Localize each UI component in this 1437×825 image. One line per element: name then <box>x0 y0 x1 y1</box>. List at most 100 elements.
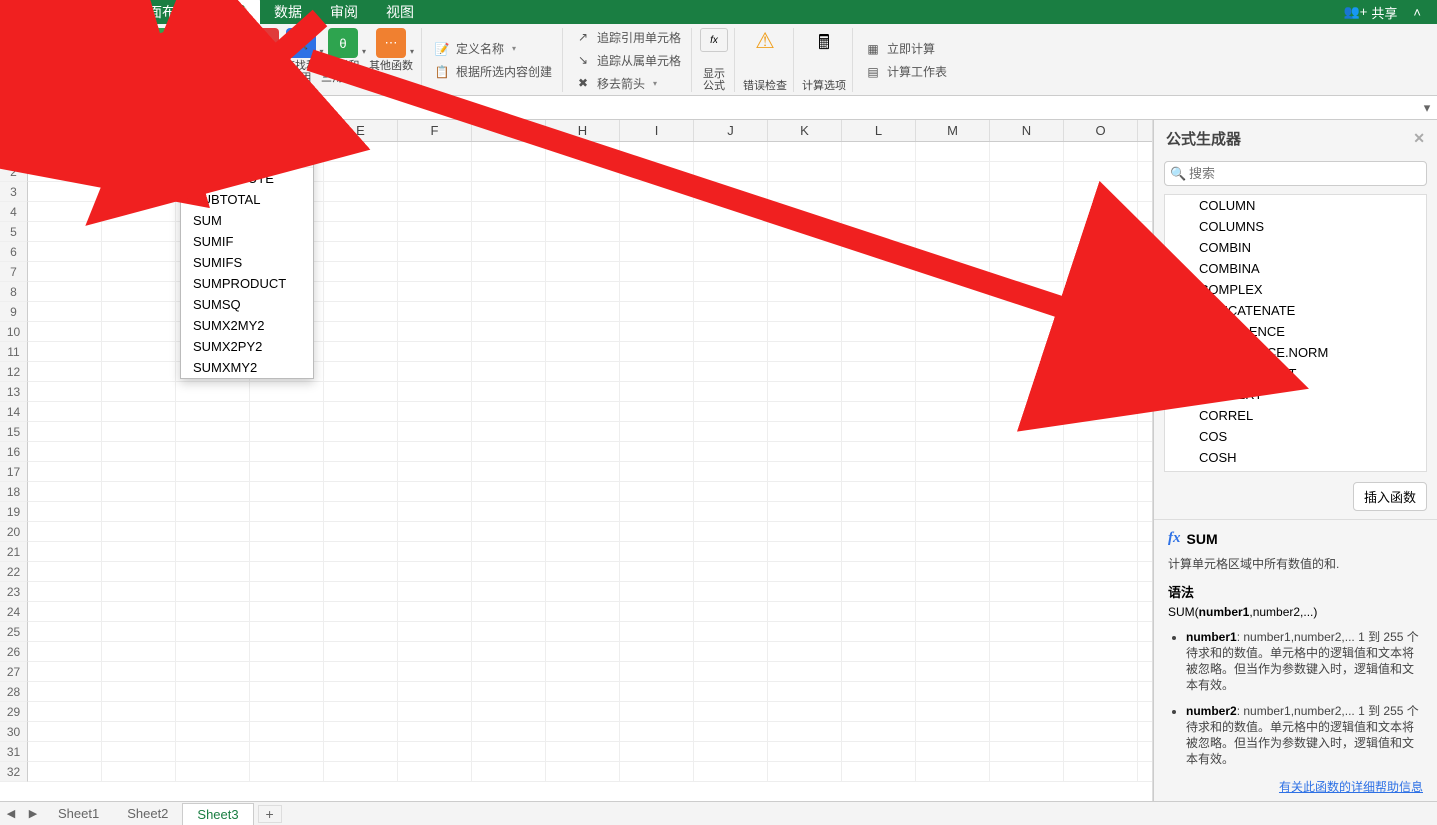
cell[interactable] <box>398 182 472 202</box>
cell[interactable] <box>1064 502 1138 522</box>
row-header[interactable]: 17 <box>0 462 28 482</box>
cell[interactable] <box>102 162 176 182</box>
autocomplete-item[interactable]: SUMIFS <box>181 252 313 273</box>
select-all-corner[interactable] <box>0 120 28 141</box>
cell[interactable] <box>28 322 102 342</box>
cell[interactable] <box>768 222 842 242</box>
menu-insert[interactable]: 插入 <box>64 0 120 24</box>
cell[interactable] <box>398 342 472 362</box>
cell[interactable] <box>28 642 102 662</box>
trace-precedents-button[interactable]: ↗追踪引用单元格 <box>571 27 685 48</box>
cell[interactable] <box>694 682 768 702</box>
cell[interactable] <box>250 502 324 522</box>
row-header[interactable]: 20 <box>0 522 28 542</box>
cell[interactable] <box>102 262 176 282</box>
cell[interactable] <box>176 382 250 402</box>
cell[interactable] <box>398 242 472 262</box>
cell[interactable] <box>694 342 768 362</box>
cell[interactable] <box>398 282 472 302</box>
cell[interactable] <box>546 182 620 202</box>
cell[interactable] <box>102 642 176 662</box>
cell[interactable] <box>694 542 768 562</box>
cell[interactable] <box>990 402 1064 422</box>
cell[interactable] <box>620 302 694 322</box>
function-list[interactable]: COLUMNCOLUMNSCOMBINCOMBINACOMPLEXCONCATE… <box>1164 194 1427 472</box>
cell[interactable] <box>324 282 398 302</box>
cell[interactable] <box>842 562 916 582</box>
cell[interactable] <box>768 762 842 782</box>
cell[interactable] <box>1064 202 1138 222</box>
cell[interactable] <box>102 222 176 242</box>
cell[interactable] <box>620 502 694 522</box>
cell[interactable] <box>28 442 102 462</box>
cell[interactable] <box>472 622 546 642</box>
cell[interactable] <box>620 562 694 582</box>
cell[interactable] <box>694 442 768 462</box>
cell[interactable] <box>324 202 398 222</box>
remove-arrows-button[interactable]: ✖移去箭头▾ <box>571 73 685 94</box>
cell[interactable] <box>472 662 546 682</box>
column-header-B[interactable]: B <box>102 120 176 141</box>
cell[interactable] <box>842 262 916 282</box>
cell[interactable] <box>842 322 916 342</box>
cell[interactable] <box>1064 402 1138 422</box>
cell[interactable] <box>620 622 694 642</box>
cell[interactable] <box>250 402 324 422</box>
cell[interactable] <box>916 142 990 162</box>
cell[interactable] <box>1064 582 1138 602</box>
cell[interactable] <box>472 602 546 622</box>
function-list-item[interactable]: CONFIDENCE.T <box>1165 363 1426 384</box>
cell[interactable] <box>620 142 694 162</box>
panel-close-icon[interactable]: ✕ <box>1413 130 1425 147</box>
cell[interactable] <box>472 522 546 542</box>
cell[interactable] <box>768 462 842 482</box>
cell[interactable] <box>324 642 398 662</box>
cell[interactable] <box>546 702 620 722</box>
row-header[interactable]: 27 <box>0 662 28 682</box>
cell[interactable] <box>546 462 620 482</box>
cell[interactable] <box>28 722 102 742</box>
cell[interactable] <box>176 422 250 442</box>
cell[interactable] <box>1064 362 1138 382</box>
cell[interactable] <box>28 382 102 402</box>
cell[interactable] <box>916 182 990 202</box>
cell[interactable] <box>620 262 694 282</box>
row-header[interactable]: 4 <box>0 202 28 222</box>
cell[interactable] <box>398 602 472 622</box>
sheet-tab[interactable]: Sheet3 <box>182 803 253 825</box>
cell[interactable] <box>250 762 324 782</box>
column-header-L[interactable]: L <box>842 120 916 141</box>
cell[interactable] <box>990 762 1064 782</box>
formula-input[interactable]: =SU <box>168 100 1417 115</box>
cell[interactable] <box>102 422 176 442</box>
cell[interactable] <box>28 542 102 562</box>
cell[interactable] <box>102 622 176 642</box>
menu-data[interactable]: 数据 <box>260 0 316 24</box>
cell[interactable] <box>398 682 472 702</box>
function-list-item[interactable]: CONCATENATE <box>1165 300 1426 321</box>
cell[interactable] <box>28 462 102 482</box>
ribbon-logical[interactable]: ?▾逻辑 <box>179 28 209 72</box>
cell[interactable] <box>398 302 472 322</box>
row-header[interactable]: 8 <box>0 282 28 302</box>
cell[interactable] <box>472 362 546 382</box>
cell[interactable] <box>694 142 768 162</box>
ribbon-autosum[interactable]: Σ▾自动求和 <box>49 28 93 72</box>
cell[interactable] <box>28 262 102 282</box>
cell[interactable] <box>546 302 620 322</box>
autocomplete-item[interactable]: SUMX2MY2 <box>181 315 313 336</box>
cell[interactable] <box>916 642 990 662</box>
sheet-tab[interactable]: Sheet1 <box>44 803 113 825</box>
cell[interactable] <box>694 742 768 762</box>
cell[interactable] <box>916 742 990 762</box>
cell[interactable] <box>546 522 620 542</box>
cell[interactable] <box>102 362 176 382</box>
cell[interactable] <box>842 542 916 562</box>
cell[interactable] <box>916 262 990 282</box>
cell[interactable] <box>990 562 1064 582</box>
share-button[interactable]: 👥+ 共享 <box>1336 1 1406 24</box>
cell[interactable] <box>546 582 620 602</box>
cell[interactable] <box>176 762 250 782</box>
cancel-formula-icon[interactable]: ✕ <box>96 99 114 117</box>
cell[interactable] <box>250 582 324 602</box>
